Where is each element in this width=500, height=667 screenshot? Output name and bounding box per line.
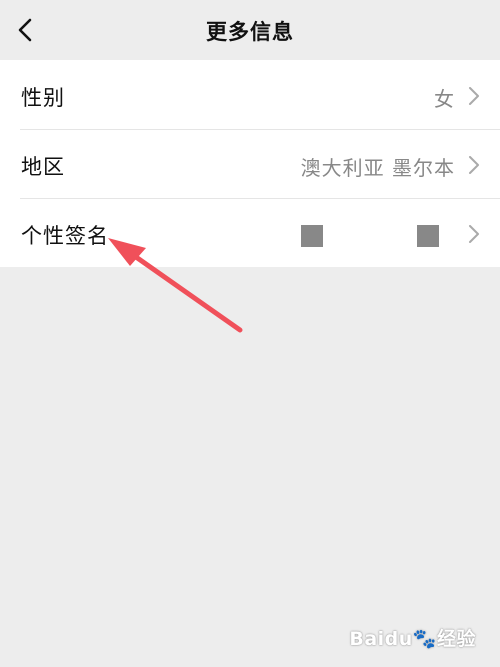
signature-label: 个性签名 xyxy=(21,224,109,248)
region-row[interactable]: 地区 澳大利亚 墨尔本 xyxy=(0,129,500,198)
navigation-bar: 更多信息 xyxy=(0,0,500,60)
redacted-block xyxy=(301,225,323,247)
chevron-right-icon xyxy=(469,87,479,105)
baidu-jingyan-watermark: Baidu🐾经验 xyxy=(349,624,476,651)
watermark-brand: Baidu xyxy=(349,628,413,650)
chevron-right-icon xyxy=(469,156,479,174)
signature-row[interactable]: 个性签名 xyxy=(0,198,500,267)
watermark-suffix: 经验 xyxy=(436,628,476,650)
paw-icon: 🐾 xyxy=(412,628,437,650)
redacted-block xyxy=(417,225,439,247)
region-value: 澳大利亚 墨尔本 xyxy=(300,156,455,180)
gender-label: 性别 xyxy=(21,86,65,110)
more-info-screen: 更多信息 性别 女 地区 澳大利亚 墨尔本 个性签名 Baidu🐾经验 xyxy=(0,0,500,667)
chevron-right-icon xyxy=(469,225,479,243)
gender-row[interactable]: 性别 女 xyxy=(0,60,500,129)
region-label: 地区 xyxy=(21,155,65,179)
info-list: 性别 女 地区 澳大利亚 墨尔本 个性签名 xyxy=(0,60,500,267)
page-title: 更多信息 xyxy=(206,20,294,44)
gender-value: 女 xyxy=(434,87,455,111)
